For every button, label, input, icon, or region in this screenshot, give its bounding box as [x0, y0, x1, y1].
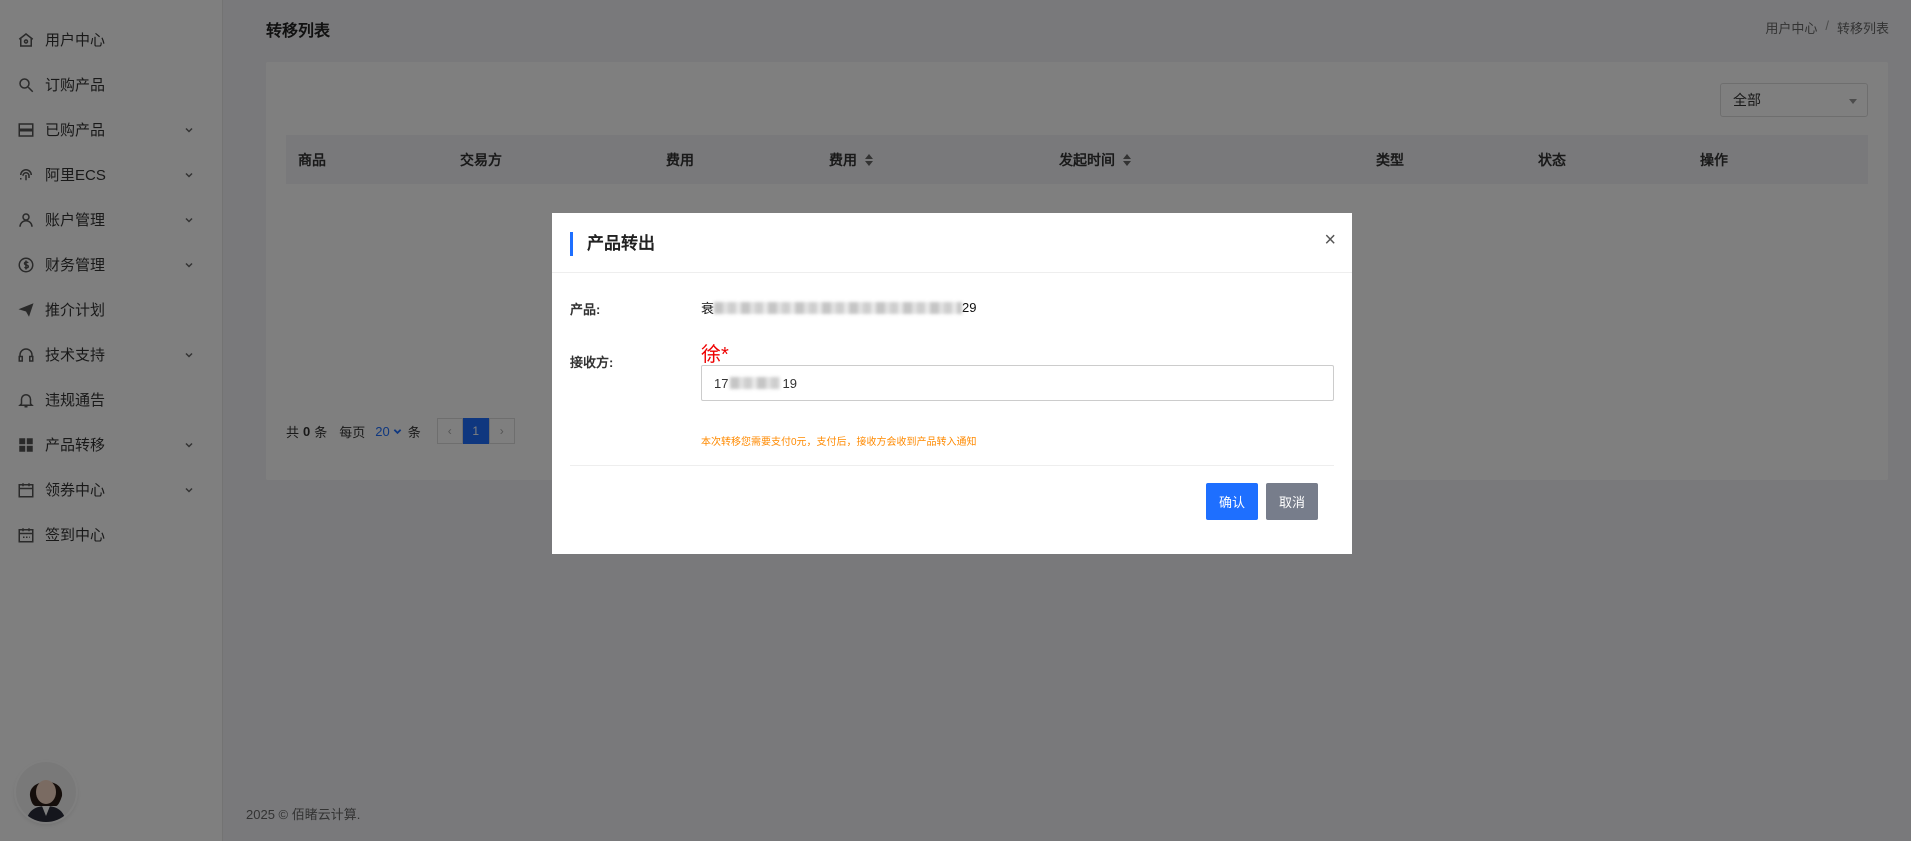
- transfer-fee-hint: 本次转移您需要支付0元，支付后，接收方会收到产品转入通知: [701, 437, 977, 448]
- product-value-suffix: 29: [962, 300, 977, 315]
- confirm-button[interactable]: 确认: [1206, 483, 1258, 520]
- dialog-header: 产品转出 ×: [552, 213, 1352, 273]
- close-icon[interactable]: ×: [1324, 230, 1336, 250]
- product-label: 产品:: [570, 302, 601, 317]
- dialog-divider: [570, 465, 1334, 466]
- transfer-out-dialog: 产品转出 × 产品: 衰 29 接收方: 徐* 17 19 本次转移您需要支付0…: [552, 213, 1352, 554]
- cancel-button[interactable]: 取消: [1266, 483, 1318, 520]
- receiver-label: 接收方:: [570, 355, 614, 370]
- product-value: 衰 29: [701, 298, 976, 317]
- product-value-prefix: 衰: [701, 301, 715, 316]
- receiver-input[interactable]: 17 19: [701, 365, 1334, 401]
- receiver-name: 徐*: [701, 344, 729, 366]
- redacted-text: [730, 377, 781, 389]
- receiver-input-value-suffix: 19: [782, 375, 797, 391]
- redacted-text: [714, 301, 963, 314]
- dialog-title: 产品转出: [570, 232, 655, 256]
- receiver-input-value-prefix: 17: [714, 375, 729, 391]
